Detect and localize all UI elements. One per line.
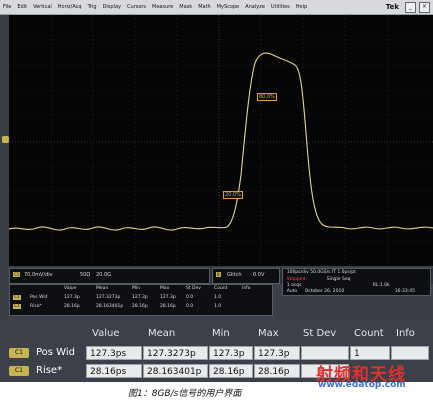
channel-readout[interactable]: C1 70.0mV/div 50Ω 20.0G [9, 268, 211, 284]
row-label: Pos Wid [36, 347, 75, 358]
waveform-display[interactable]: 80.0% 20.0% [9, 15, 433, 266]
table-row[interactable]: C1 Rise* 28.16p 28.163401p 28.16p 28.16p… [10, 304, 272, 312]
cell-value: 127.3p [64, 295, 80, 300]
cell-count: 1.0 [214, 304, 222, 309]
cell-count: 1.0 [214, 295, 222, 300]
measurement-table-small: Value Mean Min Max St Dev Count Info C1 … [9, 284, 273, 316]
big-header-count: Count [354, 328, 384, 339]
small-header-info: Info [242, 286, 251, 291]
watermark-url: www.edatop.com [318, 380, 406, 390]
cell-stdev: 0.0 [186, 295, 194, 300]
timebase-readout[interactable]: 100ps/div 50.0GS/s IT 1.0ps/pt Stopped S… [281, 268, 431, 296]
readout-bar: C1 70.0mV/div 50Ω 20.0G B Glitch 0.0V 10… [9, 268, 433, 296]
cell-min: 28.16p [209, 364, 253, 378]
cell-mean: 28.163401p [96, 304, 124, 309]
cell-max: 28.16p [254, 364, 300, 378]
menu-edit[interactable]: Edit [14, 0, 30, 14]
cell-mean: 127.3273p [143, 346, 208, 360]
cell-value: 127.3ps [86, 346, 142, 360]
waveform-trace [9, 52, 433, 231]
small-header-count: Count [214, 286, 228, 291]
status-stopped: Stopped [286, 277, 306, 282]
scope-window: File Edit Vertical Horiz/Acq Trig Displa… [0, 0, 433, 382]
cell-max: 127.3p [254, 346, 300, 360]
table-row[interactable]: C1 Pos Wid 127.3p 127.3273p 127.3p 127.3… [10, 295, 272, 303]
big-header-value: Value [92, 328, 120, 339]
small-table-header: Value Mean Min Max St Dev Count Info [10, 286, 272, 294]
small-header-min: Min [132, 286, 140, 291]
cell-count: 1 [350, 346, 390, 360]
row-label: Rise* [30, 304, 42, 309]
menu-vertical[interactable]: Vertical [30, 0, 55, 14]
record-length: RL:1.0k [372, 283, 390, 288]
channel-scale: 70.0mV/div [24, 272, 53, 278]
row-tag: C1 [9, 348, 29, 358]
timebase-line: 100ps/div 50.0GS/s IT 1.0ps/pt [286, 270, 356, 275]
date-text: October 26, 2010 [304, 289, 345, 294]
cell-stdev [301, 346, 349, 360]
menu-mask[interactable]: Mask [176, 0, 195, 14]
cell-max: 28.16p [160, 304, 176, 309]
cell-stdev: 0.0 [186, 304, 194, 309]
channel-ground-marker[interactable] [2, 136, 9, 143]
small-header-mean: Mean [96, 286, 109, 291]
cell-min: 127.3p [209, 346, 253, 360]
row-label: Rise* [36, 365, 63, 376]
menu-trig[interactable]: Trig [85, 0, 100, 14]
menu-measure[interactable]: Measure [149, 0, 176, 14]
menu-display[interactable]: Display [100, 0, 124, 14]
cell-info [391, 346, 429, 360]
time-text: 16:33:45 [394, 289, 415, 294]
cell-min: 127.3p [132, 295, 148, 300]
menu-help[interactable]: Help [293, 0, 310, 14]
big-header-mean: Mean [148, 328, 176, 339]
marker-80-percent[interactable]: 80.0% [257, 93, 277, 101]
small-header-value: Value [64, 286, 77, 291]
cell-mean: 28.163401p [143, 364, 208, 378]
menu-math[interactable]: Math [195, 0, 214, 14]
channel-impedance: 50Ω [80, 272, 91, 278]
menu-analyze[interactable]: Analyze [242, 0, 268, 14]
auto-label: Auto [286, 289, 298, 294]
menu-utilities[interactable]: Utilities [268, 0, 293, 14]
menu-horiz-acq[interactable]: Horiz/Acq [55, 0, 85, 14]
trigger-type: Glitch [227, 272, 242, 278]
big-table-header: Value Mean Min Max St Dev Count Info [0, 324, 433, 342]
trigger-level: 0.0V [253, 272, 265, 278]
cell-max: 127.3p [160, 295, 176, 300]
channel-tag: C1 [13, 272, 21, 277]
small-header-stdev: St Dev [186, 286, 201, 291]
menu-file[interactable]: File [0, 0, 14, 14]
cell-value: 28.16ps [86, 364, 142, 378]
big-header-stdev: St Dev [303, 328, 337, 339]
cell-mean: 127.3273p [96, 295, 121, 300]
row-label: Pos Wid [30, 295, 48, 300]
menu-myscope[interactable]: MyScope [214, 0, 243, 14]
big-header-info: Info [396, 328, 415, 339]
row-tag: C1 [13, 304, 22, 309]
acq-count: 1 acqs [286, 283, 302, 288]
big-header-min: Min [212, 328, 230, 339]
menu-bar: File Edit Vertical Horiz/Acq Trig Displa… [0, 0, 433, 15]
close-icon[interactable]: × [419, 1, 430, 13]
big-header-max: Max [258, 328, 279, 339]
row-tag: C1 [9, 366, 29, 376]
cell-value: 28.16p [64, 304, 80, 309]
marker-20-percent[interactable]: 20.0% [223, 191, 243, 199]
minimize-icon[interactable]: _ [405, 1, 416, 13]
small-header-max: Max [160, 286, 170, 291]
figure-caption: 图1：8GB/s信号的用户界面 [128, 389, 242, 399]
trigger-tag: B [216, 272, 221, 277]
channel-bandwidth: 20.0G [96, 272, 112, 278]
waveform-graticule [9, 15, 433, 266]
trigger-readout[interactable]: B Glitch 0.0V [212, 268, 280, 284]
cell-min: 28.16p [132, 304, 148, 309]
menu-cursors[interactable]: Cursors [124, 0, 149, 14]
row-tag: C1 [13, 295, 22, 300]
acq-mode: Single Seq [326, 277, 351, 282]
tek-logo: Tek [385, 3, 399, 11]
